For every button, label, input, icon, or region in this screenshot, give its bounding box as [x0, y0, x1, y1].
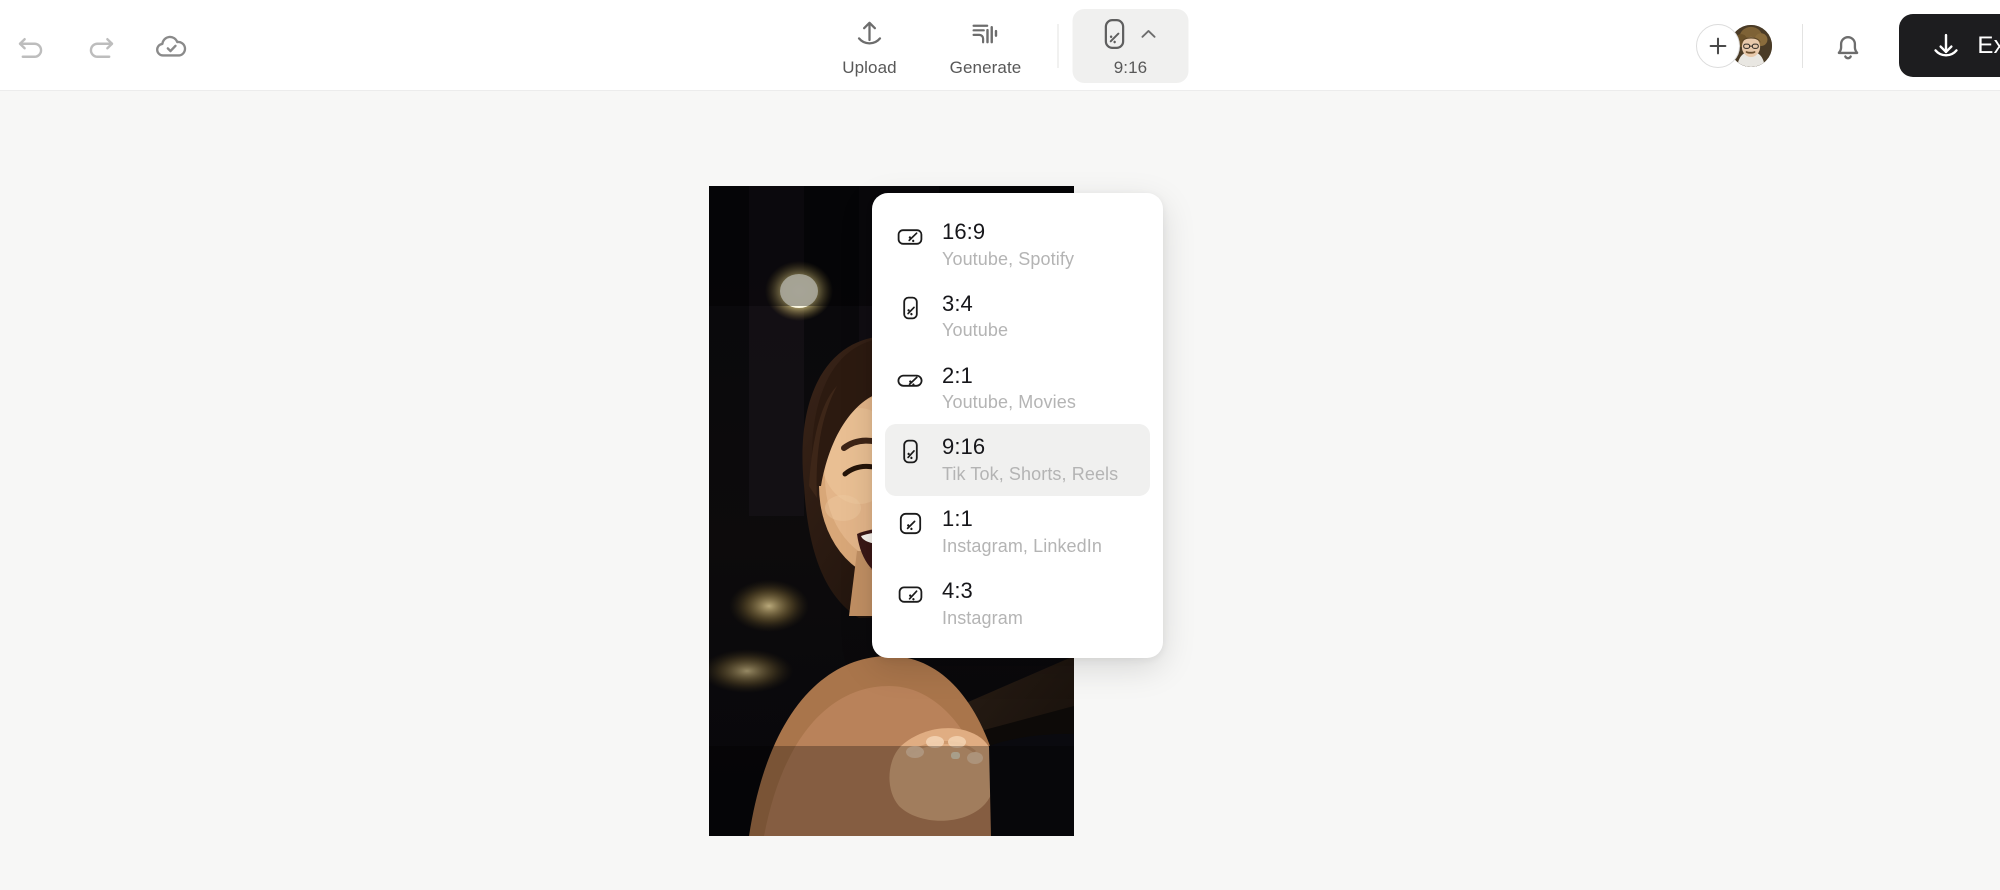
- aspect-ratio-button[interactable]: 9:16: [1072, 8, 1189, 83]
- ratio-option-platforms: Instagram, LinkedIn: [942, 535, 1102, 556]
- bell-icon: [1838, 35, 1859, 59]
- collaborators-group: [1696, 21, 1775, 71]
- ratio-option-platforms: Youtube: [942, 320, 1009, 341]
- right-divider: [1802, 23, 1804, 68]
- toolbar-divider: [1057, 23, 1059, 68]
- app-root: Upload Generate 9:16 Ex 16:9 Youtube, Sp…: [0, 0, 2000, 890]
- ratio-option-16-9[interactable]: 16:9 Youtube, Spotify: [885, 209, 1150, 281]
- ratio-option-text: 9:16 Tik Tok, Shorts, Reels: [942, 435, 1118, 484]
- wide-ratio-icon: [897, 365, 923, 395]
- notifications-button[interactable]: [1817, 15, 1879, 77]
- ratio-option-text: 2:1 Youtube, Movies: [942, 362, 1076, 413]
- add-member-button[interactable]: [1696, 23, 1741, 68]
- ratio-option-text: 1:1 Instagram, LinkedIn: [942, 506, 1102, 556]
- undo-button[interactable]: [0, 15, 62, 77]
- ratio-option-1-1[interactable]: 1:1 Instagram, LinkedIn: [885, 496, 1150, 568]
- ratio-option-platforms: Youtube, Movies: [942, 392, 1076, 413]
- upload-icon: [857, 21, 882, 45]
- landscape-ratio-icon: [897, 221, 923, 251]
- upload-icon-wrap: [853, 15, 887, 53]
- upload-button-label: Upload: [842, 58, 897, 77]
- toolbar-right-group: Export: [1696, 0, 2000, 91]
- ratio-option-4-3[interactable]: 4:3 Instagram: [885, 568, 1150, 640]
- ratio-option-9-16[interactable]: 9:16 Tik Tok, Shorts, Reels: [885, 424, 1150, 497]
- ratio-option-text: 4:3 Instagram: [942, 577, 1023, 628]
- generate-button[interactable]: Generate: [928, 9, 1044, 83]
- redo-button[interactable]: [70, 15, 132, 77]
- ratio-option-title: 1:1: [942, 506, 973, 532]
- ratio-option-title: 9:16: [942, 434, 986, 460]
- ratio-option-title: 2:1: [942, 362, 973, 388]
- chevron-up-icon: [1141, 30, 1156, 38]
- save-status-button[interactable]: [140, 15, 202, 77]
- top-toolbar: Upload Generate 9:16 Ex: [0, 0, 2000, 91]
- aspect-ratio-icon-wrap: [1100, 15, 1162, 53]
- upload-button[interactable]: Upload: [812, 9, 928, 83]
- generate-icon-wrap: [969, 15, 1003, 53]
- redo-icon: [89, 37, 114, 58]
- portrait-ratio-icon: [897, 293, 923, 323]
- portrait-ratio-icon: [1104, 19, 1125, 49]
- cloud-check-icon: [156, 35, 187, 57]
- portrait-ratio-icon: [897, 436, 923, 466]
- plus-icon: [1710, 37, 1727, 54]
- aspect-ratio-dropdown[interactable]: 16:9 Youtube, Spotify 3:4 Youtube 2:1 Yo…: [872, 193, 1163, 658]
- ratio-option-text: 16:9 Youtube, Spotify: [942, 219, 1075, 269]
- ratio-option-platforms: Youtube, Spotify: [942, 248, 1075, 269]
- download-icon: [1934, 33, 1959, 57]
- export-button-label: Export: [1977, 31, 2000, 59]
- ratio-option-platforms: Instagram: [942, 607, 1023, 628]
- undo-icon: [18, 37, 43, 58]
- ratio-option-title: 4:3: [942, 577, 973, 603]
- toolbar-center-group: Upload Generate 9:16: [812, 0, 1189, 91]
- ratio-option-title: 16:9: [942, 219, 986, 244]
- generate-button-label: Generate: [949, 58, 1022, 77]
- toolbar-left-group: [0, 0, 202, 91]
- export-button[interactable]: Export: [1899, 14, 2000, 77]
- ratio-option-title: 3:4: [942, 290, 973, 316]
- ratio-option-text: 3:4 Youtube: [942, 290, 1009, 341]
- generate-icon: [972, 24, 998, 44]
- editor-canvas[interactable]: 16:9 Youtube, Spotify 3:4 Youtube 2:1 Yo…: [0, 91, 2000, 890]
- square-ratio-icon: [897, 508, 923, 538]
- ratio-option-platforms: Tik Tok, Shorts, Reels: [942, 463, 1119, 484]
- ratio-option-2-1[interactable]: 2:1 Youtube, Movies: [885, 353, 1150, 425]
- ratio-option-3-4[interactable]: 3:4 Youtube: [885, 281, 1150, 353]
- landscape-ratio-icon: [897, 580, 923, 610]
- aspect-ratio-button-label: 9:16: [1113, 58, 1148, 77]
